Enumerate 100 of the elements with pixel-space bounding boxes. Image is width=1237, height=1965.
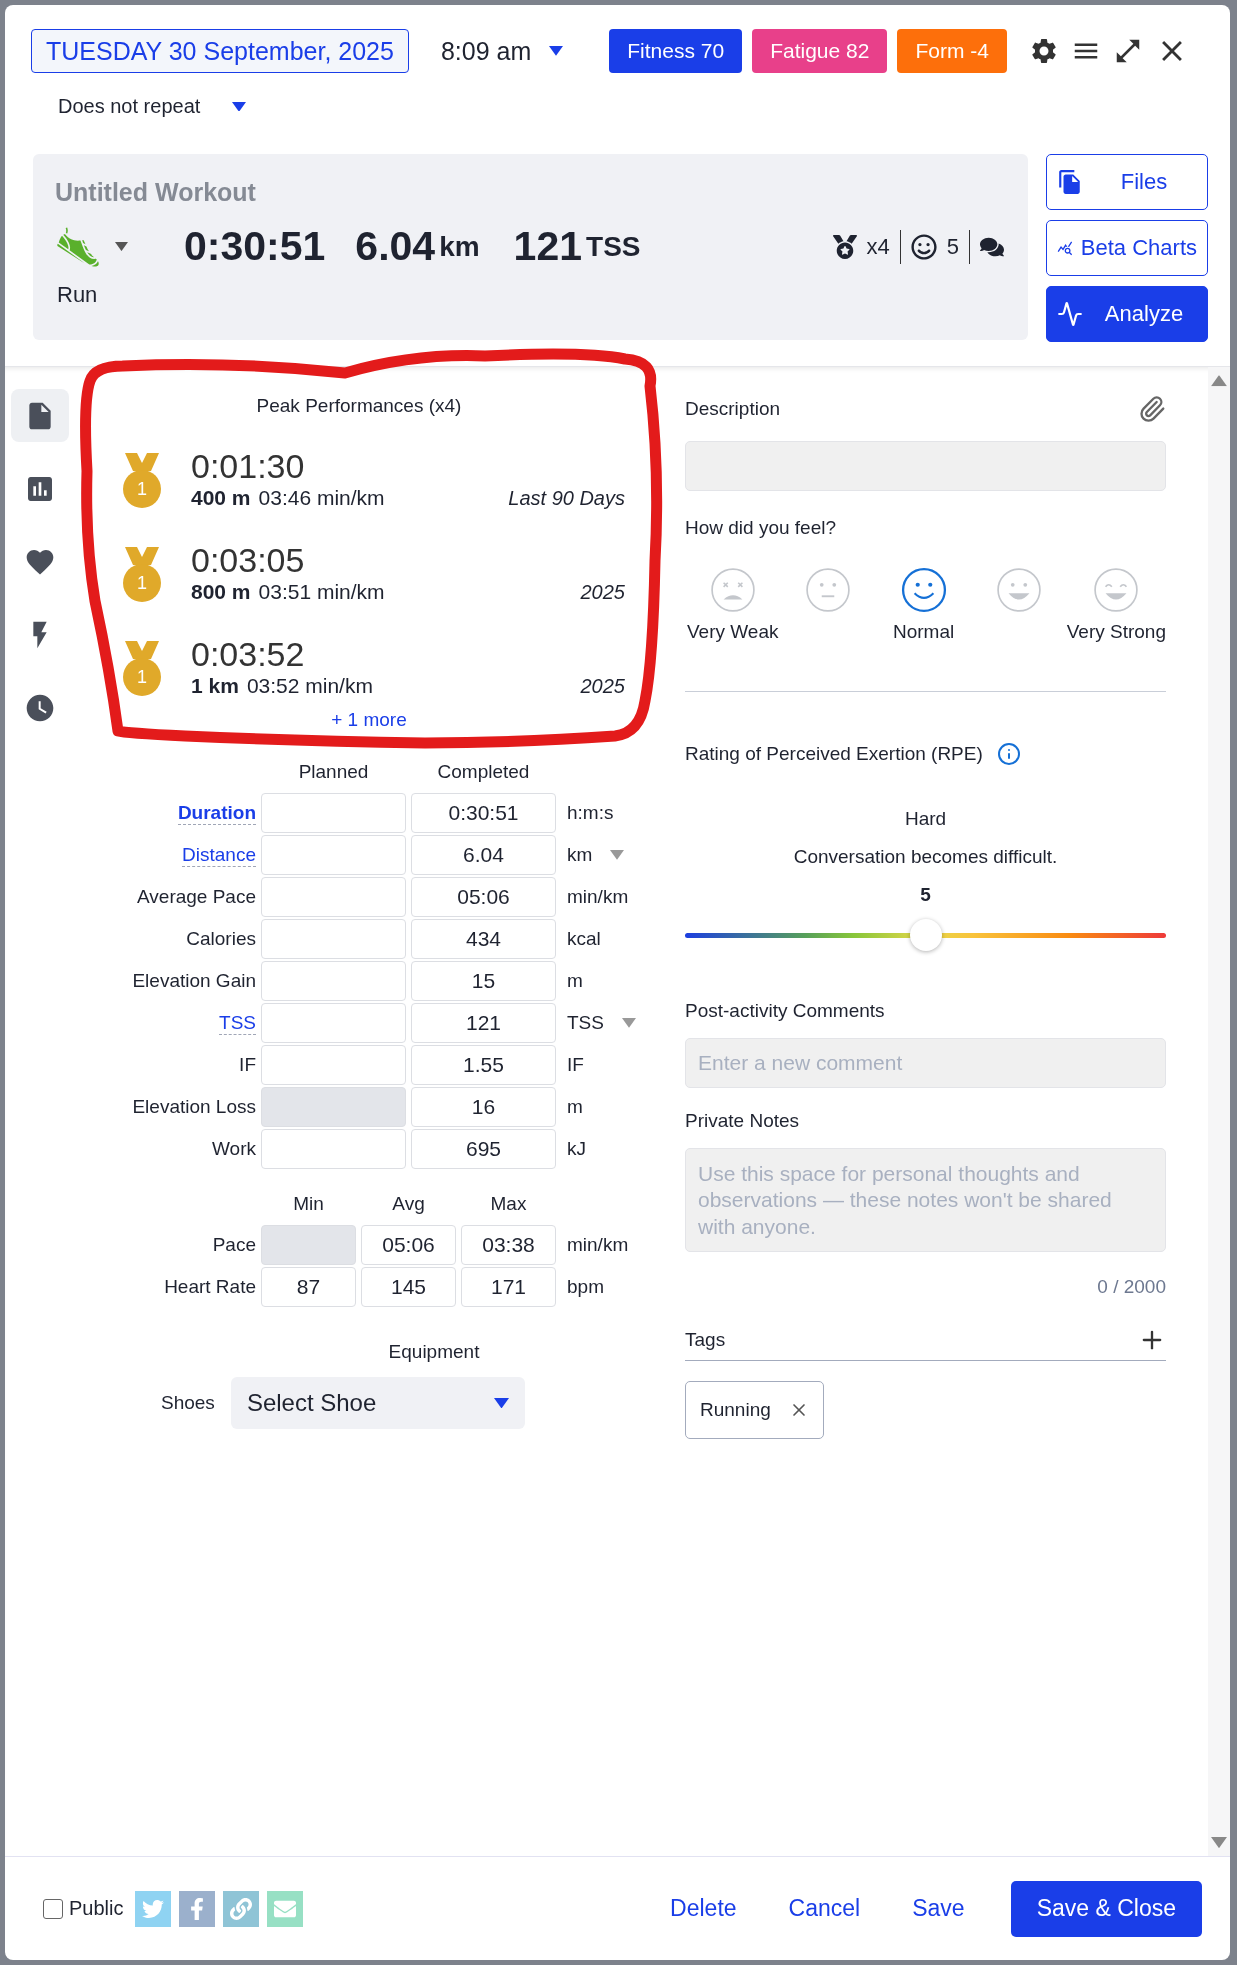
charts-button[interactable]: Beta Charts xyxy=(1046,220,1208,276)
copy-icon xyxy=(1057,169,1083,195)
caret-icon[interactable] xyxy=(232,101,247,112)
column-header: Max xyxy=(489,1193,528,1216)
analyze-button[interactable]: Analyze xyxy=(1046,286,1208,342)
section-title: Peak Performances (x4) xyxy=(255,395,463,417)
range-field[interactable]: 171 xyxy=(461,1267,556,1307)
share-button[interactable] xyxy=(223,1890,260,1927)
section-title: Equipment xyxy=(387,1341,481,1363)
planned-field[interactable] xyxy=(261,1045,406,1085)
peak-pace: 03:46 min/km xyxy=(258,486,385,510)
column-header: Completed xyxy=(436,761,531,784)
metric-label: Elevation Loss xyxy=(132,1096,256,1118)
metric-link[interactable]: Distance xyxy=(182,843,256,867)
dropdown-caret-icon[interactable] xyxy=(621,1018,636,1028)
caret-icon[interactable] xyxy=(549,46,564,56)
completed-field[interactable]: 0:30:51 xyxy=(411,793,556,833)
metric-label: Heart Rate xyxy=(164,1276,256,1298)
range-field[interactable]: 87 xyxy=(261,1267,356,1307)
metric-label: Average Pace xyxy=(137,886,256,908)
column-header: Min xyxy=(292,1193,325,1216)
planned-field[interactable] xyxy=(261,919,406,959)
smiley-icon[interactable] xyxy=(910,233,937,260)
metric-link[interactable]: TSS xyxy=(219,1011,256,1035)
unit-label: m xyxy=(567,1096,583,1118)
medal-rank: 1 xyxy=(136,667,148,688)
planned-field[interactable] xyxy=(261,793,406,833)
completed-field[interactable]: 05:06 xyxy=(411,877,556,917)
caret-icon[interactable] xyxy=(493,1397,509,1409)
bird-icon xyxy=(142,1897,165,1920)
time-value[interactable]: 8:09 am xyxy=(440,36,532,66)
range-field[interactable]: 03:38 xyxy=(461,1225,556,1265)
planned-field[interactable] xyxy=(261,1003,406,1043)
distance-unit: km xyxy=(439,230,480,263)
completed-field[interactable]: 16 xyxy=(411,1087,556,1127)
scroll-down-icon[interactable] xyxy=(1211,1836,1227,1848)
primary-button[interactable]: Save & Close xyxy=(1010,1880,1202,1937)
rpe-slider[interactable] xyxy=(685,918,1166,952)
unit-label: IF xyxy=(567,1054,584,1076)
text-button[interactable]: Delete xyxy=(644,1880,763,1937)
medal-icon xyxy=(121,547,163,605)
info-icon[interactable] xyxy=(996,742,1021,766)
scroll-up-icon[interactable] xyxy=(1211,375,1227,387)
more-link[interactable]: + 1 more xyxy=(73,709,645,731)
completed-field[interactable]: 121 xyxy=(411,1003,556,1043)
completed-field[interactable]: 6.04 xyxy=(411,835,556,875)
tss-unit: TSS xyxy=(586,230,641,263)
pulse-icon xyxy=(1057,301,1083,327)
completed-field[interactable]: 15 xyxy=(411,961,556,1001)
caret-icon[interactable] xyxy=(115,241,128,252)
medal-icon[interactable] xyxy=(832,234,857,259)
completed-field[interactable]: 695 xyxy=(411,1129,556,1169)
share-button[interactable] xyxy=(179,1890,216,1927)
metric-link[interactable]: Duration xyxy=(177,801,256,825)
planned-field[interactable] xyxy=(261,961,406,1001)
planned-field[interactable] xyxy=(261,835,406,875)
peak-time: 0:03:52 xyxy=(191,635,306,674)
paperclip-icon[interactable] xyxy=(1138,395,1166,423)
peak-period: 2025 xyxy=(580,581,625,604)
share-button[interactable] xyxy=(135,1890,172,1927)
field-label: Post-activity Comments xyxy=(685,1000,886,1022)
dropdown-caret-icon[interactable] xyxy=(610,850,625,860)
completed-field[interactable]: 1.55 xyxy=(411,1045,556,1085)
peak-period: Last 90 Days xyxy=(508,487,625,510)
peak-period: 2025 xyxy=(580,675,625,698)
rpe-value: 5 xyxy=(919,884,932,906)
link-icon xyxy=(230,1897,253,1920)
peak-distance: 800 m xyxy=(191,580,251,604)
metric-label: IF xyxy=(239,1054,256,1076)
unit-label: h:m:s xyxy=(567,802,614,824)
text-button[interactable]: Save xyxy=(886,1880,991,1937)
checkbox-label: Public xyxy=(69,1897,124,1920)
date-button[interactable]: TUESDAY 30 September, 2025 xyxy=(31,29,409,73)
metric-label: Pace xyxy=(212,1234,256,1256)
tss-value: 121 xyxy=(513,223,583,270)
public-checkbox[interactable] xyxy=(43,1898,63,1919)
scrollbar[interactable] xyxy=(1208,367,1230,1856)
face-icon[interactable] xyxy=(900,567,947,613)
peak-time: 0:01:30 xyxy=(191,447,306,486)
medal-count: x4 xyxy=(866,233,890,260)
planned-field[interactable] xyxy=(261,1129,406,1169)
unit-label: kcal xyxy=(567,928,601,950)
medal-icon xyxy=(121,641,163,699)
column-header: Avg xyxy=(391,1193,426,1216)
shoe-select[interactable]: Select Shoe xyxy=(230,1377,525,1429)
text-button[interactable]: Cancel xyxy=(762,1880,887,1937)
metric-badge: Fitness 70 xyxy=(609,29,743,73)
tag-chip[interactable]: Running xyxy=(685,1381,824,1439)
repeat-select[interactable]: Does not repeat xyxy=(58,95,201,118)
range-field[interactable]: 05:06 xyxy=(361,1225,456,1265)
range-field[interactable]: 145 xyxy=(361,1267,456,1307)
planned-field[interactable] xyxy=(261,877,406,917)
completed-field[interactable]: 434 xyxy=(411,919,556,959)
unit-label: TSS xyxy=(567,1012,604,1034)
feel-value: 5 xyxy=(946,233,959,260)
files-button[interactable]: Files xyxy=(1046,154,1208,210)
description-field[interactable] xyxy=(685,441,1166,491)
sidebar-tab[interactable] xyxy=(11,389,69,442)
slider-thumb[interactable] xyxy=(909,919,942,951)
feel-label: Very Weak xyxy=(686,621,779,643)
